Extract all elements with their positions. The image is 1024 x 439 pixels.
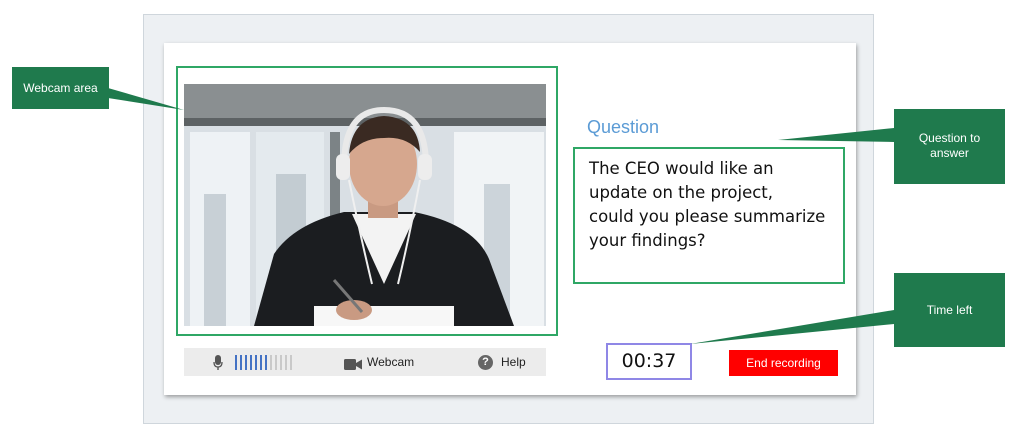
callout-label: Question to bbox=[918, 131, 981, 145]
callout-label: answer bbox=[930, 146, 969, 160]
question-callout-pointer bbox=[778, 128, 894, 142]
webcam-area-callout: Webcam area bbox=[12, 67, 109, 109]
callout-label: Time left bbox=[926, 303, 973, 317]
webcam-callout-pointer bbox=[108, 88, 184, 110]
callout-connectors bbox=[108, 88, 894, 344]
timer-callout-pointer bbox=[690, 310, 894, 344]
callout-label: Webcam area bbox=[23, 81, 98, 95]
question-callout: Question to answer bbox=[894, 109, 1005, 184]
time-left-callout: Time left bbox=[894, 273, 1005, 347]
